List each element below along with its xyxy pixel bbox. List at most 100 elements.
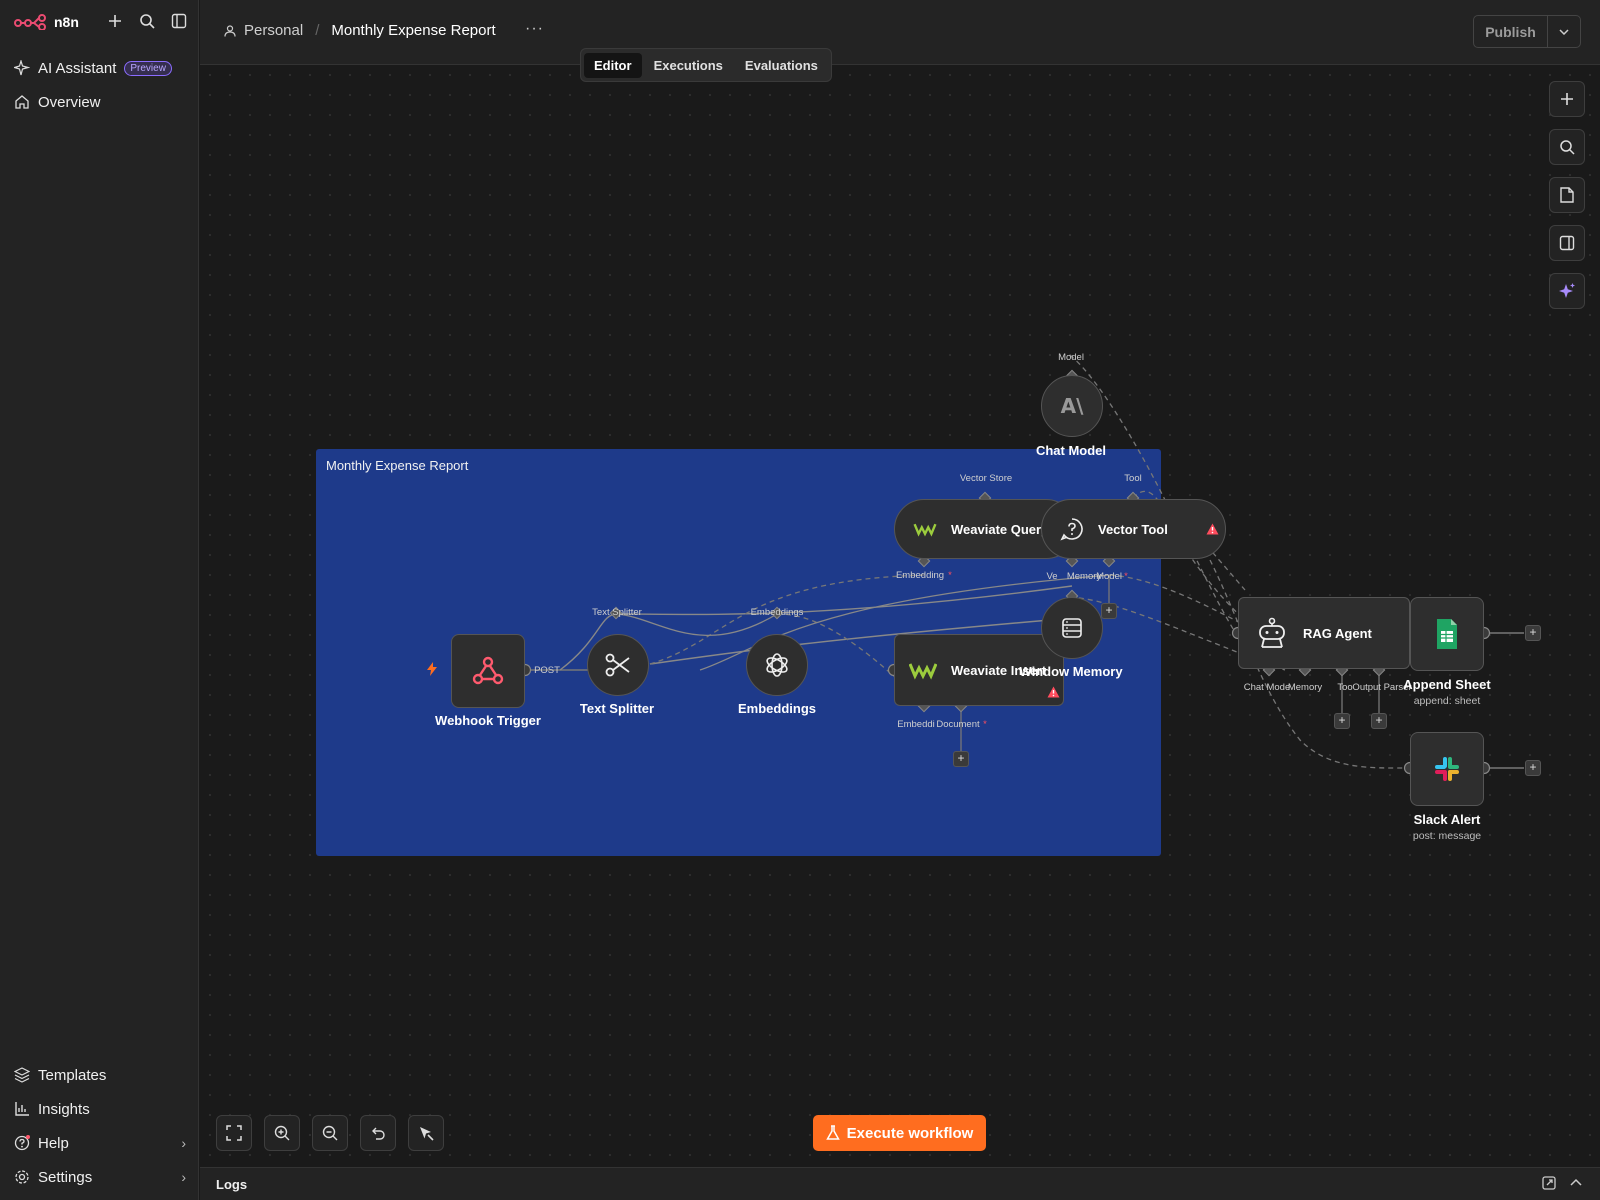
breadcrumb-separator: /	[315, 22, 320, 39]
chevron-down-icon[interactable]	[1548, 16, 1580, 47]
webhook-icon	[472, 656, 504, 685]
window-memory-node[interactable]	[1041, 597, 1103, 659]
vector-tool-label: Vector Tool	[1098, 521, 1168, 537]
search-icon	[1560, 140, 1575, 155]
question-bubble-icon	[1060, 518, 1083, 541]
text-splitter-node[interactable]	[587, 634, 649, 696]
required-mark: *	[948, 570, 952, 581]
add-icon[interactable]	[106, 12, 124, 30]
workflow-title[interactable]: Monthly Expense Report	[331, 22, 495, 39]
collapse-sidebar-icon[interactable]	[170, 12, 188, 30]
add-node-plus-icon[interactable]: +	[953, 751, 969, 767]
append-sheet-label: Append Sheet	[1403, 677, 1491, 692]
tab-executions[interactable]: Executions	[644, 53, 733, 78]
sidebar-item-label: AI Assistant	[38, 59, 117, 77]
append-sheet-node[interactable]	[1410, 597, 1484, 671]
zoom-out-button[interactable]	[312, 1115, 348, 1151]
warning-icon	[1206, 523, 1219, 538]
vector-tool-node[interactable]: Vector Tool	[1041, 499, 1226, 559]
add-node-plus-icon[interactable]: +	[1101, 603, 1117, 619]
flask-icon	[825, 1125, 840, 1140]
embedding-port-label: Embedding	[895, 570, 945, 581]
undo-button[interactable]	[360, 1115, 396, 1151]
trigger-bolt-icon	[426, 662, 438, 679]
sidebar-item-templates[interactable]: Templates	[14, 1064, 186, 1086]
insert-document-port-label: Document	[936, 719, 980, 730]
home-icon	[15, 95, 29, 109]
weaviate-icon	[913, 523, 937, 537]
panel-icon	[1559, 235, 1575, 251]
logo-text: n8n	[54, 14, 79, 30]
project-link[interactable]: Personal	[244, 22, 303, 39]
add-node-plus-icon[interactable]: +	[1334, 713, 1350, 729]
rag-agent-label: RAG Agent	[1303, 625, 1372, 641]
fullscreen-icon	[226, 1125, 242, 1141]
sidebar-item-label: Overview	[38, 93, 101, 111]
publish-button[interactable]: Publish	[1474, 16, 1548, 47]
google-sheets-icon	[1437, 619, 1457, 649]
tool-port-label: Tool	[1124, 473, 1142, 484]
fit-view-button[interactable]	[216, 1115, 252, 1151]
rag-tool-port-label: Too	[1337, 682, 1353, 693]
sidebar-item-overview[interactable]: Overview	[14, 91, 186, 113]
execute-workflow-button[interactable]: Execute workflow	[813, 1115, 986, 1151]
zoom-in-button[interactable]	[264, 1115, 300, 1151]
zoom-out-icon	[322, 1125, 338, 1141]
sidebar-item-ai-assistant[interactable]: AI Assistant Preview	[14, 57, 186, 79]
anthropic-icon: A\	[1060, 394, 1084, 418]
toggle-panel-button[interactable]	[1549, 225, 1585, 261]
weaviate-icon	[909, 663, 937, 680]
insights-icon	[15, 1102, 29, 1116]
chevron-up-icon[interactable]	[1570, 1176, 1582, 1193]
ai-assistant-button[interactable]	[1549, 273, 1585, 309]
search-nodes-button[interactable]	[1549, 129, 1585, 165]
vector-tool-model-port-label: Model	[1096, 571, 1122, 582]
more-options-icon[interactable]: ···	[525, 20, 544, 38]
warning-icon	[1047, 686, 1060, 701]
slack-alert-node[interactable]	[1410, 732, 1484, 806]
add-node-plus-icon[interactable]: +	[1371, 713, 1387, 729]
rag-memory-port-label: Memory	[1287, 682, 1323, 693]
search-icon[interactable]	[138, 12, 156, 30]
sidebar-item-label: Settings	[38, 1168, 93, 1186]
window-memory-label: Window Memory	[1019, 664, 1123, 679]
openai-icon	[766, 653, 788, 677]
model-port-label: Model	[1058, 352, 1084, 363]
n8n-logo-icon	[14, 14, 46, 30]
rag-agent-node[interactable]: RAG Agent	[1238, 597, 1410, 669]
chat-model-node[interactable]: A\	[1041, 375, 1103, 437]
add-node-button[interactable]	[1549, 81, 1585, 117]
tab-editor[interactable]: Editor	[584, 52, 642, 78]
database-icon	[1062, 618, 1082, 638]
plus-icon	[1561, 93, 1573, 105]
webhook-trigger-label: Webhook Trigger	[435, 713, 541, 728]
insert-embedding-port-label: Embeddi	[897, 719, 935, 730]
templates-icon	[14, 1067, 30, 1083]
add-node-plus-icon[interactable]: +	[1525, 760, 1541, 776]
n8n-logo[interactable]: n8n	[14, 12, 79, 32]
sparkle-icon	[1559, 283, 1575, 298]
sidebar: n8n AI Assistant Preview Overview Templa…	[0, 0, 199, 1200]
sticky-note-title: Monthly Expense Report	[326, 458, 469, 473]
workflow-header: Personal / Monthly Expense Report ··· Pu…	[200, 0, 1600, 65]
chevron-right-icon: ›	[181, 1135, 186, 1151]
splitter-port-label: Text Splitter	[592, 607, 642, 618]
weaviate-query-label: Weaviate Query	[951, 521, 1049, 537]
required-mark: *	[1124, 571, 1128, 582]
zoom-in-icon	[274, 1125, 290, 1141]
sidebar-item-insights[interactable]: Insights	[14, 1098, 186, 1120]
chat-model-label: Chat Model	[1035, 443, 1107, 458]
tidy-up-button[interactable]	[408, 1115, 444, 1151]
add-node-plus-icon[interactable]: +	[1525, 625, 1541, 641]
embeddings-node[interactable]	[746, 634, 808, 696]
pop-out-icon[interactable]	[1542, 1176, 1556, 1193]
sidebar-item-help[interactable]: Help ›	[14, 1132, 186, 1154]
sticky-note-button[interactable]	[1549, 177, 1585, 213]
webhook-trigger-node[interactable]	[451, 634, 525, 708]
sidebar-item-settings[interactable]: Settings ›	[14, 1166, 186, 1188]
tab-evaluations[interactable]: Evaluations	[735, 53, 828, 78]
vector-store-port-label: Vector Store	[959, 473, 1013, 484]
logs-panel[interactable]: Logs	[200, 1167, 1600, 1200]
publish-button-group: Publish	[1473, 15, 1581, 48]
sidebar-item-label: Help	[38, 1134, 69, 1152]
